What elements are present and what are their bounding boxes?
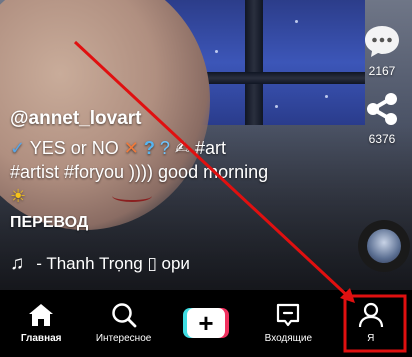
music-note-icon: ♫ [10, 253, 25, 274]
sun-icon: ☀ [10, 186, 27, 206]
check-icon: ✓ [10, 138, 26, 158]
writing-hand-icon: ✍ [169, 138, 195, 158]
post-description: ✓ YES or NO ✕ ? ? ✍ #art #artist #foryou… [10, 138, 269, 206]
nav-home-label: Главная [20, 333, 62, 344]
username-link[interactable]: @annet_lovart [10, 108, 350, 130]
nav-profile[interactable]: Я [331, 302, 411, 344]
share-icon[interactable] [363, 90, 401, 128]
shares-count: 6376 [368, 132, 396, 146]
hashtag-art[interactable]: #art [195, 138, 226, 158]
music-disc[interactable] [358, 220, 410, 272]
cross-icon: ✕ [123, 138, 139, 158]
music-info[interactable]: ♫ - Thanh Trọng ▯ ори [10, 253, 190, 275]
nav-home[interactable]: Главная [1, 302, 81, 344]
music-title: - Thanh Trọng ▯ ори [36, 254, 190, 273]
share-action[interactable]: 6376 [352, 90, 412, 146]
search-icon [111, 303, 136, 328]
create-button[interactable]: + [182, 308, 229, 338]
nav-profile-label: Я [367, 333, 375, 344]
profile-icon [358, 302, 383, 328]
nav-create[interactable]: + [166, 302, 246, 338]
nav-inbox-label: Входящие [264, 333, 313, 344]
inbox-icon [277, 303, 300, 327]
comments-action[interactable]: 2167 [352, 22, 412, 78]
nav-inbox[interactable]: Входящие [248, 302, 328, 344]
question-icon: ? [138, 138, 155, 158]
question-outline-icon: ? [154, 138, 170, 158]
description-line-2[interactable]: #artist #foryou )))) good morning [10, 162, 268, 182]
plus-icon: + [186, 308, 225, 338]
home-icon [29, 304, 54, 326]
side-actions: 2167 6376 [352, 22, 412, 158]
bottom-navigation: Главная Интересное + Входящие Я [0, 290, 412, 357]
sound-avatar [367, 229, 401, 263]
translate-button[interactable]: ПЕРЕВОД [10, 214, 350, 232]
comments-count: 2167 [368, 64, 396, 78]
nav-discover[interactable]: Интересное [84, 302, 164, 344]
comment-icon[interactable] [363, 22, 401, 60]
nav-discover-label: Интересное [95, 333, 152, 344]
post-caption: @annet_lovart ✓ YES or NO ✕ ? ? ✍ #art #… [10, 108, 350, 232]
